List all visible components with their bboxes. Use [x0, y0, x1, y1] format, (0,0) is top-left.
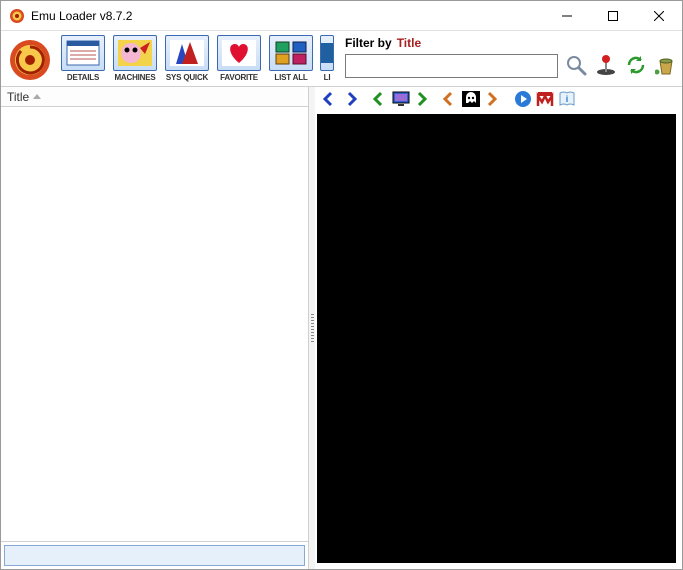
details-button[interactable]: DETAILS	[59, 33, 107, 86]
favorite-button[interactable]: FAVORITE	[215, 33, 263, 86]
overflow-icon	[320, 35, 334, 71]
grip-icon	[311, 314, 314, 342]
list-all-icon	[269, 35, 313, 71]
trash-icon	[655, 54, 677, 79]
filter-title-label: Title	[397, 36, 421, 50]
monitor-icon	[392, 91, 410, 110]
trash-button[interactable]	[654, 54, 678, 78]
book-info-icon: i	[558, 90, 576, 111]
sort-asc-icon	[33, 94, 41, 99]
window-title: Emu Loader v8.7.2	[31, 9, 544, 23]
details-label: DETAILS	[67, 73, 99, 82]
overflow-label: LI	[324, 73, 331, 82]
mame-m-icon	[536, 90, 554, 111]
list-footer	[1, 541, 308, 569]
nav-first-button[interactable]	[321, 90, 341, 110]
sys-quick-button[interactable]: SYS QUICK	[163, 33, 211, 86]
column-title: Title	[7, 90, 41, 104]
toolbar-overflow-button[interactable]: LI	[319, 33, 335, 86]
play-button[interactable]	[513, 90, 533, 110]
filter-input[interactable]	[345, 54, 558, 78]
app-window: Emu Loader v8.7.2 DETAILS	[0, 0, 683, 570]
sys-quick-label: SYS QUICK	[166, 73, 208, 82]
search-icon	[565, 54, 587, 79]
toolbar-buttons: DETAILS MACHINES SYS QUICK FAVORITE	[59, 33, 335, 86]
game-list[interactable]	[1, 107, 308, 541]
maximize-button[interactable]	[590, 1, 636, 31]
app-logo-icon[interactable]	[7, 33, 53, 86]
preview-panel: i	[315, 87, 682, 569]
list-all-button[interactable]: LIST ALL	[267, 33, 315, 86]
chevron-left-green-icon	[371, 91, 387, 110]
svg-text:i: i	[566, 94, 569, 104]
game-list-panel: Title	[1, 87, 309, 569]
refresh-icon	[625, 54, 647, 79]
media-next-button[interactable]	[413, 90, 433, 110]
chevron-left-orange-icon	[441, 91, 457, 110]
chevron-right-orange-icon	[485, 91, 501, 110]
chevron-right-icon	[345, 91, 361, 110]
details-icon	[61, 35, 105, 71]
favorite-label: FAVORITE	[220, 73, 258, 82]
chevron-right-green-icon	[415, 91, 431, 110]
machines-icon	[113, 35, 157, 71]
mame-button[interactable]	[535, 90, 555, 110]
list-all-label: LIST ALL	[274, 73, 307, 82]
filter-area: Filter by Title	[335, 33, 678, 86]
media-prev-button[interactable]	[369, 90, 389, 110]
joystick-button[interactable]	[594, 54, 618, 78]
sys-quick-icon	[165, 35, 209, 71]
search-button[interactable]	[564, 54, 588, 78]
nav-prev-button[interactable]	[343, 90, 363, 110]
art-image-button[interactable]	[461, 90, 481, 110]
media-screenshot-button[interactable]	[391, 90, 411, 110]
content-body: Title	[1, 87, 682, 569]
info-button[interactable]: i	[557, 90, 577, 110]
machines-label: MACHINES	[114, 73, 155, 82]
chevron-left-double-icon	[323, 91, 339, 110]
preview-toolbar: i	[315, 87, 682, 113]
close-button[interactable]	[636, 1, 682, 31]
art-prev-button[interactable]	[439, 90, 459, 110]
machines-button[interactable]: MACHINES	[111, 33, 159, 86]
status-selected[interactable]	[4, 545, 305, 566]
filter-by-label: Filter by	[345, 36, 392, 50]
minimize-button[interactable]	[544, 1, 590, 31]
art-next-button[interactable]	[483, 90, 503, 110]
column-title-label: Title	[7, 90, 29, 104]
favorite-icon	[217, 35, 261, 71]
app-icon	[9, 8, 25, 24]
refresh-button[interactable]	[624, 54, 648, 78]
titlebar: Emu Loader v8.7.2	[1, 1, 682, 31]
ghost-icon	[462, 91, 480, 110]
preview-area[interactable]	[317, 114, 676, 563]
main-toolbar: DETAILS MACHINES SYS QUICK FAVORITE	[1, 31, 682, 87]
joystick-icon	[595, 54, 617, 79]
play-icon	[514, 90, 532, 111]
list-header[interactable]: Title	[1, 87, 308, 107]
